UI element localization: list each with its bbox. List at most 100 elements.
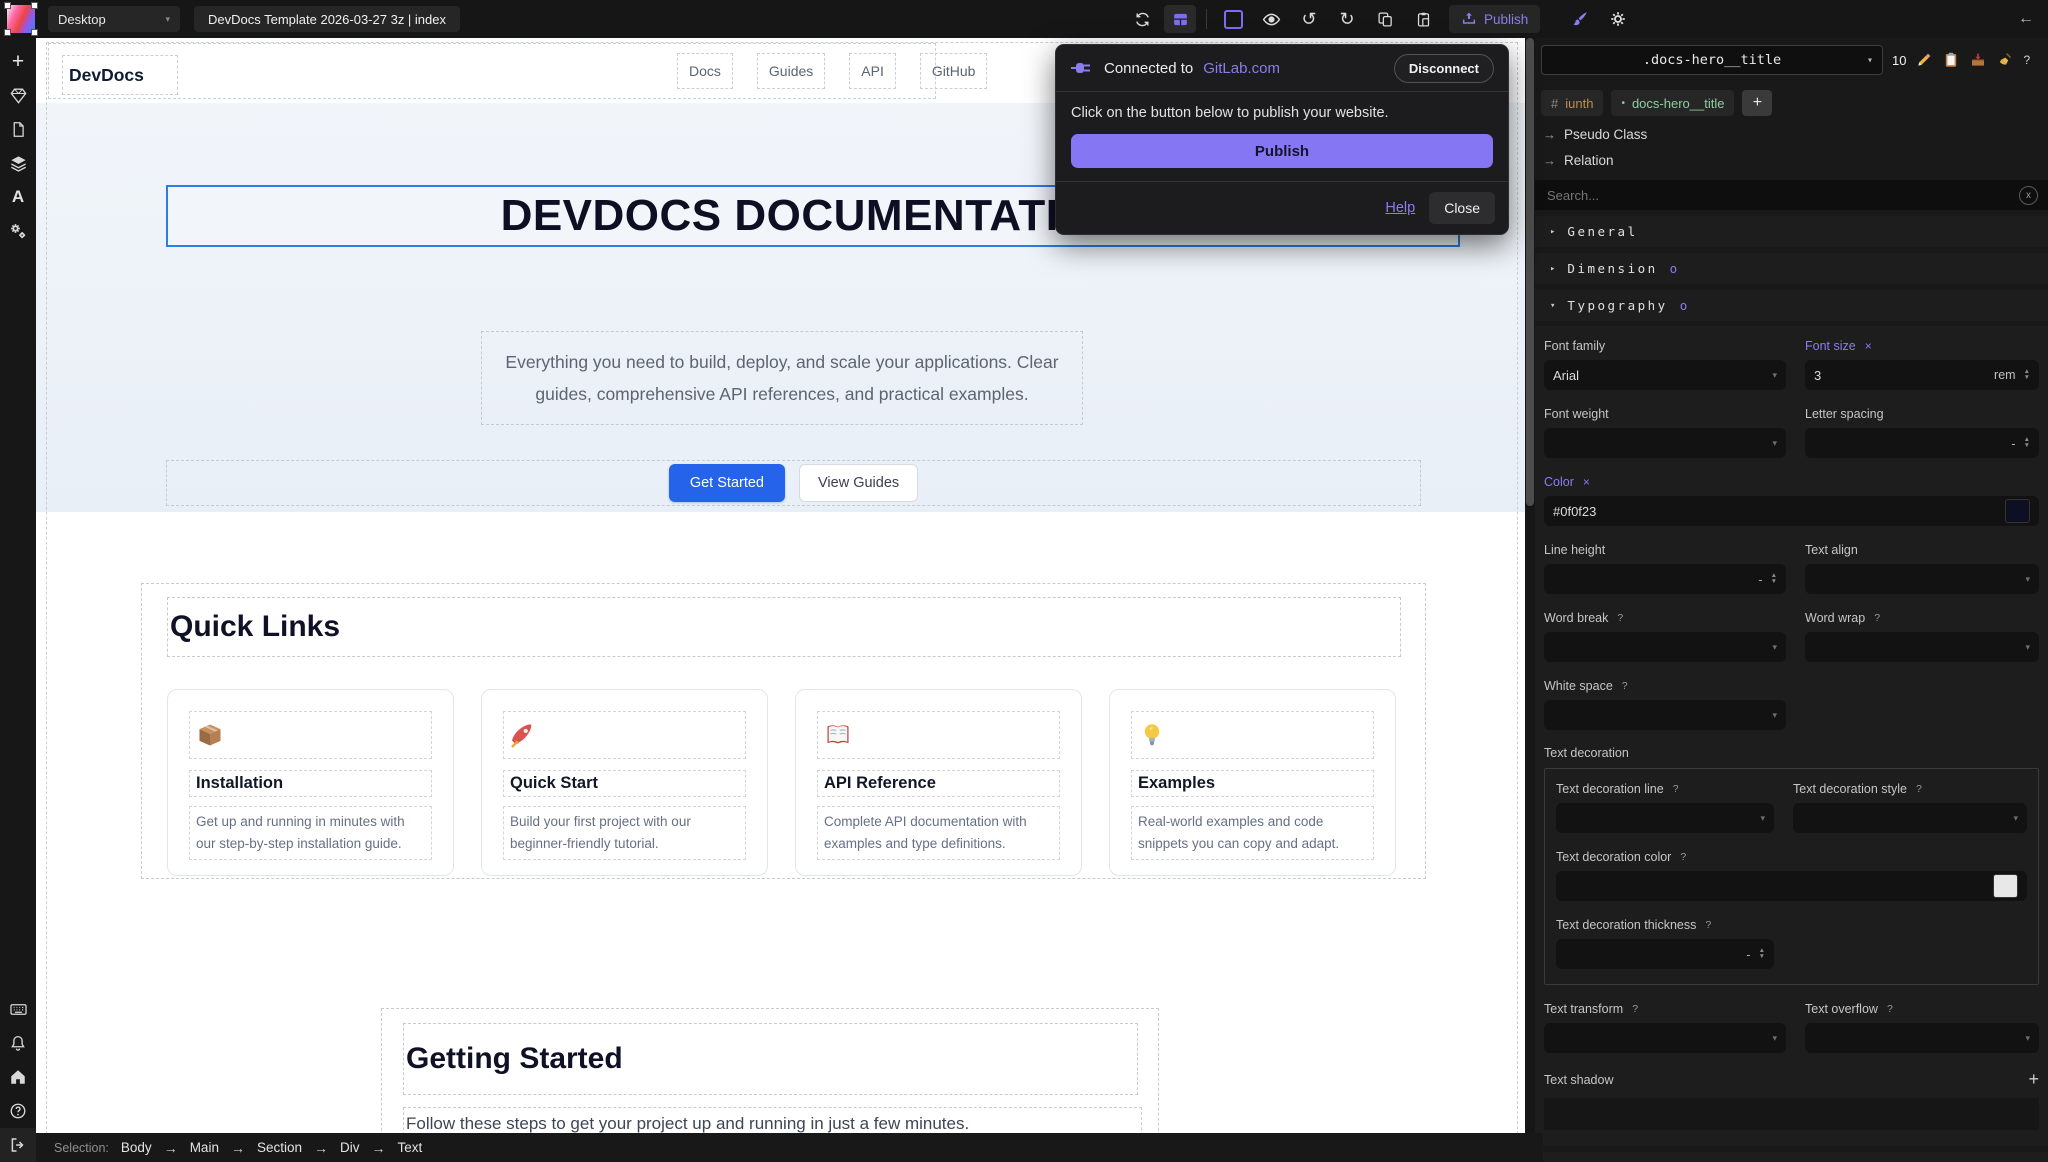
getting-started-section[interactable]: Getting Started Follow these steps to ge… xyxy=(381,1008,1159,1133)
publish-button[interactable]: Publish xyxy=(1449,5,1540,33)
text-decoration-color-input[interactable] xyxy=(1556,871,2027,901)
word-break-select[interactable]: ▾ xyxy=(1544,632,1786,662)
property-search-input[interactable] xyxy=(1545,187,2019,204)
section-general[interactable]: ▸ General xyxy=(1535,216,2048,247)
quick-links-heading-element[interactable]: Quick Links xyxy=(167,597,1401,657)
borders-toggle-icon[interactable] xyxy=(1217,5,1249,33)
card-api-reference[interactable]: API Reference Complete API documentation… xyxy=(795,689,1082,876)
card-icon-element[interactable] xyxy=(503,711,746,759)
getting-started-intro-element[interactable]: Follow these steps to get your project u… xyxy=(403,1107,1142,1133)
help-hint[interactable]: ? xyxy=(1622,680,1628,692)
text-decoration-style-select[interactable]: ▾ xyxy=(1793,803,2027,833)
card-examples[interactable]: Examples Real-world examples and code sn… xyxy=(1109,689,1396,876)
hero-subtitle-element[interactable]: Everything you need to build, deploy, an… xyxy=(481,331,1083,425)
gitlab-link[interactable]: GitLab.com xyxy=(1203,60,1280,77)
word-wrap-select[interactable]: ▾ xyxy=(1805,632,2039,662)
device-selector[interactable]: Desktop ▾ xyxy=(48,6,180,32)
notifications-bell-icon[interactable] xyxy=(0,1026,36,1060)
copy-styles-clipboard-icon[interactable] xyxy=(1942,51,1960,69)
class-tag[interactable]: • docs-hero__title xyxy=(1611,90,1734,116)
text-overflow-select[interactable]: ▾ xyxy=(1805,1023,2039,1053)
card-title-element[interactable]: Examples xyxy=(1131,770,1374,797)
color-swatch[interactable] xyxy=(2005,499,2030,523)
text-decoration-color-swatch[interactable] xyxy=(1993,874,2018,898)
card-installation[interactable]: Installation Get up and running in minut… xyxy=(167,689,454,876)
collapse-panel-arrow-icon[interactable]: ← xyxy=(2018,11,2034,27)
card-title-element[interactable]: Quick Start xyxy=(503,770,746,797)
section-decorations[interactable]: ▸ Decorations xyxy=(1535,1152,2048,1162)
paste-styles-inbox-icon[interactable] xyxy=(1969,51,1987,69)
clear-styles-broom-icon[interactable] xyxy=(1996,51,2014,69)
letter-spacing-input[interactable]: - ▲▼ xyxy=(1805,428,2039,458)
help-hint[interactable]: ? xyxy=(1632,1003,1638,1015)
copy-icon[interactable] xyxy=(1369,5,1401,33)
site-logo[interactable]: DevDocs xyxy=(62,55,178,95)
stepper-arrows[interactable]: ▲▼ xyxy=(2024,369,2030,381)
add-class-button[interactable]: + xyxy=(1742,90,1772,116)
help-hint[interactable]: ? xyxy=(1680,851,1686,863)
help-hint[interactable]: ? xyxy=(1916,783,1922,795)
nav-link-guides[interactable]: Guides xyxy=(757,53,825,89)
card-icon-element[interactable] xyxy=(817,711,1060,759)
font-weight-select[interactable]: ▾ xyxy=(1544,428,1786,458)
breadcrumb-text[interactable]: Text xyxy=(397,1140,422,1155)
view-guides-button[interactable]: View Guides xyxy=(799,464,918,502)
home-dashboard-icon[interactable] xyxy=(0,1060,36,1094)
nav-link-api[interactable]: API xyxy=(849,53,896,89)
help-hint[interactable]: ? xyxy=(1617,612,1623,624)
app-logo[interactable] xyxy=(6,4,36,34)
layers-icon[interactable] xyxy=(0,146,36,180)
card-desc-element[interactable]: Build your first project with our beginn… xyxy=(503,806,746,860)
quick-links-section[interactable]: Quick Links Installation Get up and runn… xyxy=(141,583,1426,879)
site-settings-gears-icon[interactable] xyxy=(0,214,36,248)
card-desc-element[interactable]: Complete API documentation with examples… xyxy=(817,806,1060,860)
pages-file-icon[interactable] xyxy=(0,112,36,146)
paste-icon[interactable] xyxy=(1407,5,1439,33)
color-input[interactable]: #0f0f23 xyxy=(1544,496,2039,526)
card-desc-element[interactable]: Get up and running in minutes with our s… xyxy=(189,806,432,860)
panel-help[interactable]: ? xyxy=(2023,53,2030,67)
redo-icon[interactable]: ↻ xyxy=(1331,5,1363,33)
nav-link-github[interactable]: GitHub xyxy=(920,53,988,89)
disconnect-button[interactable]: Disconnect xyxy=(1394,54,1494,83)
preview-eye-icon[interactable] xyxy=(1255,5,1287,33)
breadcrumb-main[interactable]: Main xyxy=(190,1140,219,1155)
section-typography[interactable]: ▾ Typography o xyxy=(1535,290,2048,321)
edit-pencil-icon[interactable] xyxy=(1915,51,1933,69)
fonts-text-icon[interactable]: A xyxy=(0,180,36,214)
style-brush-icon[interactable] xyxy=(1564,5,1596,33)
card-desc-element[interactable]: Real-world examples and code snippets yo… xyxy=(1131,806,1374,860)
add-block-icon[interactable]: + xyxy=(0,44,36,78)
help-hint[interactable]: ? xyxy=(1887,1003,1893,1015)
clear-property-icon[interactable]: × xyxy=(1583,475,1590,489)
white-space-select[interactable]: ▾ xyxy=(1544,700,1786,730)
breadcrumb-div[interactable]: Div xyxy=(340,1140,360,1155)
help-hint[interactable]: ? xyxy=(1673,783,1679,795)
modal-publish-button[interactable]: Publish xyxy=(1071,134,1493,168)
text-transform-select[interactable]: ▾ xyxy=(1544,1023,1786,1053)
font-size-unit[interactable]: rem xyxy=(1994,368,2016,382)
get-started-button[interactable]: Get Started xyxy=(669,464,785,502)
help-icon[interactable] xyxy=(0,1094,36,1128)
help-link[interactable]: Help xyxy=(1385,200,1415,216)
grid-view-icon[interactable] xyxy=(1164,5,1196,33)
help-hint[interactable]: ? xyxy=(1705,919,1711,931)
card-title-element[interactable]: Installation xyxy=(189,770,432,797)
breadcrumb-body[interactable]: Body xyxy=(121,1140,152,1155)
card-icon-element[interactable] xyxy=(189,711,432,759)
hero-cta-row[interactable]: Get Started View Guides xyxy=(166,460,1421,506)
getting-started-heading-element[interactable]: Getting Started xyxy=(403,1023,1138,1095)
keyboard-shortcuts-icon[interactable] xyxy=(0,992,36,1026)
site-header-container[interactable]: DevDocs Docs Guides API GitHub xyxy=(48,43,936,99)
text-decoration-line-select[interactable]: ▾ xyxy=(1556,803,1774,833)
card-icon-element[interactable] xyxy=(1131,711,1374,759)
id-tag[interactable]: # iunth xyxy=(1541,90,1603,116)
undo-icon[interactable]: ↺ xyxy=(1293,5,1325,33)
stepper-arrows[interactable]: ▲▼ xyxy=(1759,948,1765,960)
text-decoration-thickness-input[interactable]: - ▲▼ xyxy=(1556,939,1774,969)
help-hint[interactable]: ? xyxy=(1874,612,1880,624)
font-family-select[interactable]: Arial ▾ xyxy=(1544,360,1786,390)
canvas-scrollbar[interactable] xyxy=(1525,38,1535,1162)
stepper-arrows[interactable]: ▲▼ xyxy=(1771,573,1777,585)
add-text-shadow-button[interactable]: + xyxy=(2028,1069,2039,1090)
